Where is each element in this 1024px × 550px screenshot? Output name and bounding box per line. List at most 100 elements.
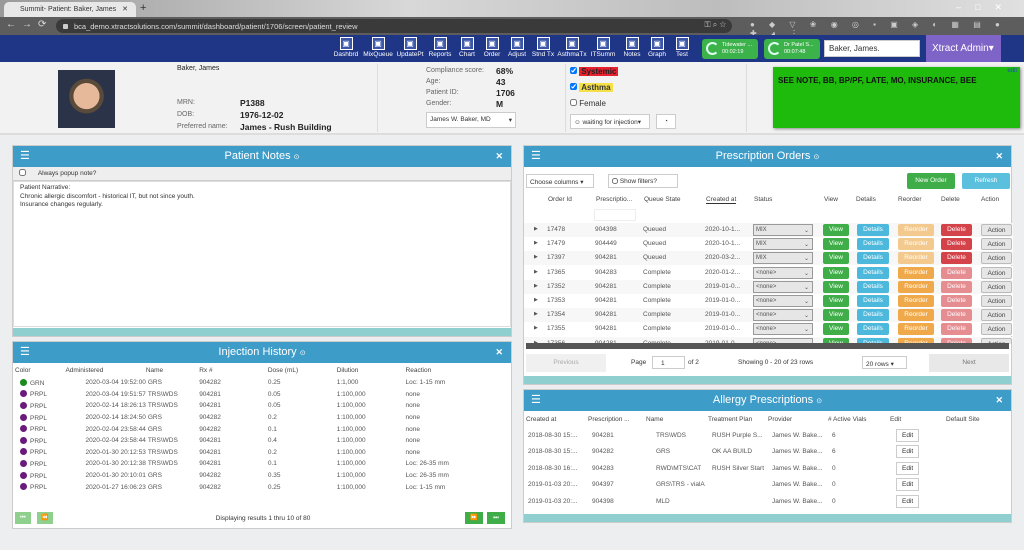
resize-handle[interactable] [13, 328, 511, 336]
details-button[interactable]: Details [857, 252, 889, 265]
delete-button[interactable]: Delete [941, 238, 972, 251]
alert-edit-link[interactable]: edit [1007, 68, 1017, 74]
column-header[interactable]: Status [754, 196, 772, 203]
patient-search-input[interactable]: Baker, James. [824, 40, 920, 57]
systemic-checkbox[interactable] [570, 67, 577, 74]
details-button[interactable]: Details [857, 323, 889, 336]
resize-handle[interactable] [524, 514, 1011, 522]
column-header[interactable]: Treatment Plan [706, 411, 766, 427]
browser-nav-buttons[interactable]: ←→⟳ [6, 19, 52, 30]
window-controls[interactable]: –□✕ [956, 2, 1016, 13]
browser-tab[interactable]: Summit- Patient: Baker, James ✕ [4, 2, 136, 17]
column-header[interactable]: Created at [524, 411, 586, 427]
previous-button[interactable]: Previous [526, 354, 606, 372]
expand-row-icon[interactable]: ▶ [534, 311, 538, 317]
table-row[interactable]: 2018-08-30 15:... 904281 TRS\WDS RUSH Purpl… [524, 427, 1004, 444]
column-header[interactable]: Reaction [406, 363, 504, 377]
expand-row-icon[interactable]: ▶ [534, 325, 538, 331]
next-page-button[interactable]: ⏩ [465, 512, 483, 524]
column-header[interactable]: Color [14, 363, 65, 377]
status-select[interactable]: MIX ⌄ [753, 238, 813, 251]
view-button[interactable]: View [823, 266, 849, 279]
column-header[interactable]: Name [146, 363, 199, 377]
nav-updatept-button[interactable]: ▣ UpdatePt [395, 37, 425, 58]
status-dropdown[interactable]: ☺ waiting for injection▾ [570, 114, 650, 129]
expand-row-icon[interactable]: ▶ [534, 254, 538, 260]
column-header[interactable]: Dose (mL) [268, 363, 337, 377]
table-row[interactable]: PRPL 2020-02-14 18:24:50 GRS 904282 0.2 1:100… [14, 412, 504, 424]
status-select[interactable]: <none> ⌄ [753, 266, 813, 279]
reorder-button[interactable]: Reorder [898, 280, 934, 293]
edit-button[interactable]: Edit [896, 478, 920, 492]
menu-icon[interactable]: ☰ [531, 146, 541, 167]
reorder-button[interactable]: Reorder [898, 323, 934, 336]
table-row[interactable]: PRPL 2020-01-30 20:10:01 GRS 904282 0.35 1:10… [14, 470, 504, 482]
action-button[interactable]: Action [981, 224, 1012, 236]
new-order-button[interactable]: New Order [907, 173, 955, 189]
menu-icon[interactable]: ☰ [20, 342, 30, 363]
choose-columns-dropdown[interactable]: Choose columns ▾ [526, 174, 594, 188]
horizontal-scrollbar[interactable] [526, 343, 1009, 349]
view-button[interactable]: View [823, 238, 849, 251]
provider-select[interactable]: James W. Baker, MD ▾ [426, 112, 516, 128]
show-filters-toggle[interactable]: Show filters? [608, 174, 678, 188]
view-button[interactable]: View [823, 295, 849, 307]
table-row[interactable]: 2018-08-30 15:... 904282 GRS OK AA BUILD Jam… [524, 444, 1004, 461]
edit-button[interactable]: Edit [896, 445, 920, 459]
last-page-button[interactable]: ⏭ [487, 512, 505, 524]
action-button[interactable]: Action [981, 295, 1012, 307]
column-header[interactable]: Prescriptio... [596, 196, 632, 203]
menu-icon[interactable]: ☰ [20, 146, 30, 167]
status-select[interactable]: <none> ⌄ [753, 309, 813, 322]
close-icon[interactable]: ✕ [995, 146, 1003, 167]
asthma-checkbox[interactable] [570, 83, 577, 90]
help-icon[interactable]: ⊙ [813, 154, 819, 161]
bookmark-star-icon[interactable]: ⚿ ⌕ ☆ [660, 20, 726, 32]
menu-icon[interactable]: ☰ [531, 390, 541, 411]
action-button[interactable]: Action [981, 280, 1012, 293]
flag-systemic[interactable]: Systemic [570, 67, 619, 76]
column-header[interactable]: Administered [65, 363, 145, 377]
new-tab-icon[interactable]: + [140, 2, 146, 14]
action-button[interactable]: Action [981, 238, 1012, 251]
details-button[interactable]: Details [857, 295, 889, 307]
table-row[interactable]: PRPL 2020-02-04 23:58:44 GRS 904282 0.1 1:100… [14, 423, 504, 435]
status-select[interactable]: MIX ⌄ [753, 224, 813, 236]
status-select[interactable]: <none> ⌄ [753, 295, 813, 307]
view-button[interactable]: View [823, 224, 849, 236]
column-header[interactable]: Delete [941, 196, 960, 203]
details-button[interactable]: Details [857, 280, 889, 293]
column-header[interactable]: Edit [888, 411, 944, 427]
delete-button[interactable]: Delete [941, 309, 972, 322]
help-icon[interactable]: ⊙ [816, 398, 822, 405]
details-button[interactable]: Details [857, 266, 889, 279]
column-header[interactable]: Queue State [644, 196, 681, 203]
filter-input[interactable] [594, 209, 636, 221]
close-icon[interactable]: ✕ [495, 342, 503, 363]
table-row[interactable]: 2019-01-03 20:... 904397 GRS\TRS - vialA Ja… [524, 477, 1004, 494]
column-header[interactable]: # Active Vials [826, 411, 888, 427]
status-select[interactable]: MIX ⌄ [753, 252, 813, 265]
nav-test-button[interactable]: ▣ Test [667, 37, 697, 58]
table-row[interactable]: PRPL 2020-01-30 20:12:38 TRS\WDS 904281 0.1 1… [14, 458, 504, 470]
nav-asthmatx-button[interactable]: ▣ AsthmaTx [557, 37, 587, 58]
column-header[interactable]: Action [981, 196, 999, 203]
action-button[interactable]: Action [981, 323, 1012, 336]
view-button[interactable]: View [823, 309, 849, 322]
notes-textarea[interactable]: Patient Narrative: Chronic allergic disc… [13, 181, 511, 327]
stopwatch-button[interactable]: ◔ [656, 114, 676, 129]
delete-button[interactable]: Delete [941, 280, 972, 293]
next-button[interactable]: Next [929, 354, 1009, 372]
delete-button[interactable]: Delete [941, 224, 972, 236]
delete-button[interactable]: Delete [941, 295, 972, 307]
table-row[interactable]: PRPL 2020-03-04 19:51:57 TRS\WDS 904281 0.05… [14, 389, 504, 401]
help-icon[interactable]: ⊙ [300, 350, 306, 357]
expand-row-icon[interactable]: ▶ [534, 297, 538, 303]
action-button[interactable]: Action [981, 266, 1012, 279]
table-row[interactable]: PRPL 2020-01-30 20:12:53 TRS\WDS 904281 0.2 1… [14, 447, 504, 459]
url-text[interactable]: bca_demo.xtractsolutions.com/summit/dash… [74, 22, 634, 32]
column-header[interactable]: Prescription ... [586, 411, 644, 427]
reorder-button[interactable]: Reorder [898, 252, 934, 265]
expand-row-icon[interactable]: ▶ [534, 283, 538, 289]
column-header[interactable]: Order Id [548, 196, 572, 203]
